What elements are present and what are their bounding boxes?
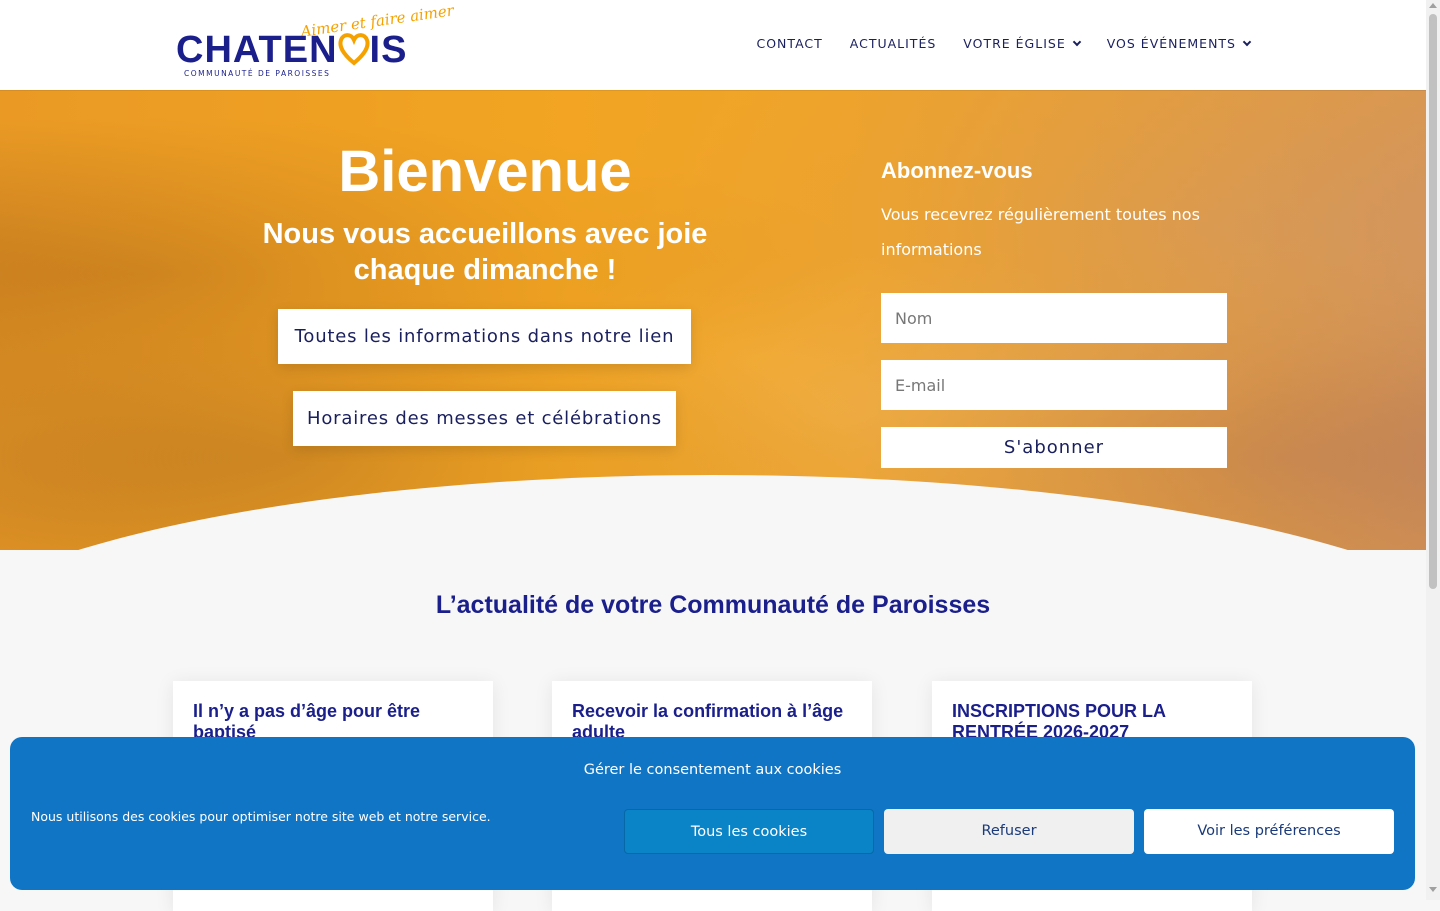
hero-subtitle: Nous vous accueillons avec joie chaque d… <box>0 216 970 288</box>
name-field[interactable] <box>881 293 1227 343</box>
scroll-up-arrow-icon[interactable] <box>1429 3 1437 8</box>
site-logo[interactable]: Aimer et faire aimer CHATEN IS COMMUNAUTÉ… <box>176 1 455 82</box>
nav-item-vos-evenements[interactable]: VOS ÉVÉNEMENTS <box>1106 36 1252 51</box>
page-scrollbar[interactable] <box>1426 0 1440 900</box>
hero-subtitle-text: Nous vous accueillons avec joie chaque d… <box>262 218 708 286</box>
logo-name: CHATEN IS <box>176 29 407 72</box>
news-section-title: L’actualité de votre Communauté de Paroi… <box>435 591 991 619</box>
cookie-banner-text: Nous utilisons des cookies pour optimise… <box>31 809 491 824</box>
nav-item-votre-eglise[interactable]: VOTRE ÉGLISE <box>963 36 1081 51</box>
site-header: Aimer et faire aimer CHATEN IS COMMUNAUTÉ… <box>0 0 1426 90</box>
hero-section: Bienvenue Nous vous accueillons avec joi… <box>0 90 1426 550</box>
nav-item-label: VOS ÉVÉNEMENTS <box>1106 36 1236 51</box>
heart-icon <box>338 33 370 66</box>
logo-name-start: CHATEN <box>176 29 338 71</box>
main-nav: CONTACT ACTUALITÉS VOTRE ÉGLISE VOS ÉVÉN… <box>756 36 1252 51</box>
cookie-banner-title: Gérer le consentement aux cookies <box>583 762 842 778</box>
hero-curve-divider <box>0 475 1426 550</box>
accept-cookies-button[interactable]: Tous les cookies <box>624 809 874 854</box>
chevron-down-icon <box>1072 37 1081 46</box>
subscribe-button[interactable]: S'abonner <box>881 427 1227 468</box>
mass-times-button[interactable]: Horaires des messes et célébrations <box>293 391 676 446</box>
nav-item-label: CONTACT <box>756 36 823 51</box>
nav-item-label: VOTRE ÉGLISE <box>963 36 1066 51</box>
logo-subtitle: COMMUNAUTÉ DE PAROISSES <box>184 69 331 78</box>
nav-item-actualites[interactable]: ACTUALITÉS <box>850 36 937 51</box>
cookie-preferences-button[interactable]: Voir les préférences <box>1144 809 1394 854</box>
cookie-consent-banner: Gérer le consentement aux cookies Nous u… <box>10 737 1415 890</box>
nav-item-contact[interactable]: CONTACT <box>756 36 822 51</box>
hero-title: Bienvenue <box>338 139 632 204</box>
subscribe-title: Abonnez-vous <box>881 158 1033 183</box>
chevron-down-icon <box>1242 37 1252 46</box>
scroll-down-arrow-icon[interactable] <box>1429 887 1437 892</box>
nav-item-label: ACTUALITÉS <box>849 36 937 51</box>
email-field[interactable] <box>881 360 1227 410</box>
refuse-cookies-button[interactable]: Refuser <box>884 809 1134 854</box>
subscribe-text: Vous recevrez régulièrement toutes nos i… <box>881 205 1200 259</box>
logo-name-end: IS <box>369 29 408 71</box>
scrollbar-thumb[interactable] <box>1429 14 1437 589</box>
info-link-button[interactable]: Toutes les informations dans notre lien <box>278 309 691 364</box>
